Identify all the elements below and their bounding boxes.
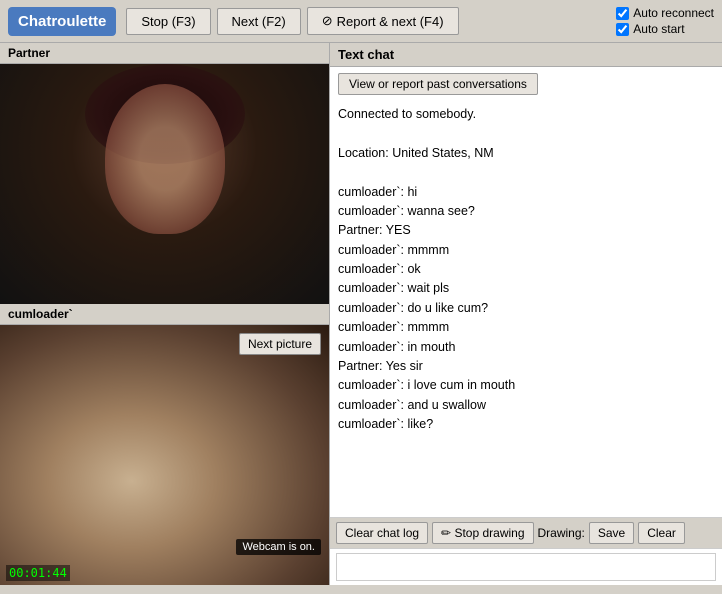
chat-header: Text chat <box>330 43 722 67</box>
ban-icon: ⊘ <box>322 13 333 29</box>
auto-reconnect-row[interactable]: Auto reconnect <box>616 6 714 20</box>
chat-message: cumloader`: i love cum in mouth <box>338 376 714 395</box>
chat-input[interactable] <box>336 553 716 581</box>
webcam-status-label: Webcam is on. <box>236 539 321 555</box>
timer-display: 00:01:44 <box>6 565 70 581</box>
report-next-button[interactable]: ⊘ Report & next (F4) <box>307 7 459 35</box>
chat-message: cumloader`: wait pls <box>338 279 714 298</box>
chat-message: cumloader`: mmmm <box>338 241 714 260</box>
logo: Chatroulette <box>8 7 116 36</box>
left-panel: Partner cumloader` Next picture Webcam i… <box>0 43 330 585</box>
pencil-icon: ✏ <box>441 526 451 540</box>
chat-message: cumloader`: ok <box>338 260 714 279</box>
local-video-section: cumloader` Next picture Webcam is on. 00… <box>0 304 329 585</box>
options-checkboxes: Auto reconnect Auto start <box>616 6 714 36</box>
view-report-button[interactable]: View or report past conversations <box>338 73 538 95</box>
chat-message: Partner: YES <box>338 221 714 240</box>
chat-message: Location: United States, NM <box>338 144 714 163</box>
chat-message: cumloader`: like? <box>338 415 714 434</box>
next-button[interactable]: Next (F2) <box>217 8 301 35</box>
auto-start-row[interactable]: Auto start <box>616 22 714 36</box>
chat-message <box>338 163 714 182</box>
auto-reconnect-checkbox[interactable] <box>616 7 629 20</box>
right-panel: Text chat View or report past conversati… <box>330 43 722 585</box>
next-picture-button[interactable]: Next picture <box>239 333 321 355</box>
topbar: Chatroulette Stop (F3) Next (F2) ⊘ Repor… <box>0 0 722 43</box>
chat-message: cumloader`: in mouth <box>338 338 714 357</box>
chat-message: cumloader`: and u swallow <box>338 396 714 415</box>
chat-message: Partner: Yes sir <box>338 357 714 376</box>
chat-message: cumloader`: wanna see? <box>338 202 714 221</box>
chat-bottom-bar: Clear chat log ✏ Stop drawing Drawing: S… <box>330 517 722 548</box>
face-decoration <box>105 84 225 234</box>
clear-chat-button[interactable]: Clear chat log <box>336 522 428 544</box>
partner-label: Partner <box>0 43 329 64</box>
stop-drawing-button[interactable]: ✏ Stop drawing <box>432 522 533 544</box>
chat-messages: Connected to somebody. Location: United … <box>330 101 722 517</box>
chat-message: cumloader`: mmmm <box>338 318 714 337</box>
clear-drawing-button[interactable]: Clear <box>638 522 685 544</box>
chat-message <box>338 124 714 143</box>
auto-start-label: Auto start <box>633 22 684 36</box>
chat-message: cumloader`: do u like cum? <box>338 299 714 318</box>
chat-message: cumloader`: hi <box>338 183 714 202</box>
partner-video-background <box>0 64 329 304</box>
save-drawing-button[interactable]: Save <box>589 522 634 544</box>
local-video: Next picture Webcam is on. 00:01:44 <box>0 325 329 585</box>
main-content: Partner cumloader` Next picture Webcam i… <box>0 43 722 585</box>
chat-message: Connected to somebody. <box>338 105 714 124</box>
report-next-label: Report & next (F4) <box>337 14 444 29</box>
local-user-label: cumloader` <box>0 304 329 325</box>
partner-video <box>0 64 329 304</box>
drawing-label: Drawing: <box>538 526 585 540</box>
auto-start-checkbox[interactable] <box>616 23 629 36</box>
chat-input-row <box>330 548 722 585</box>
auto-reconnect-label: Auto reconnect <box>633 6 714 20</box>
stop-button[interactable]: Stop (F3) <box>126 8 210 35</box>
